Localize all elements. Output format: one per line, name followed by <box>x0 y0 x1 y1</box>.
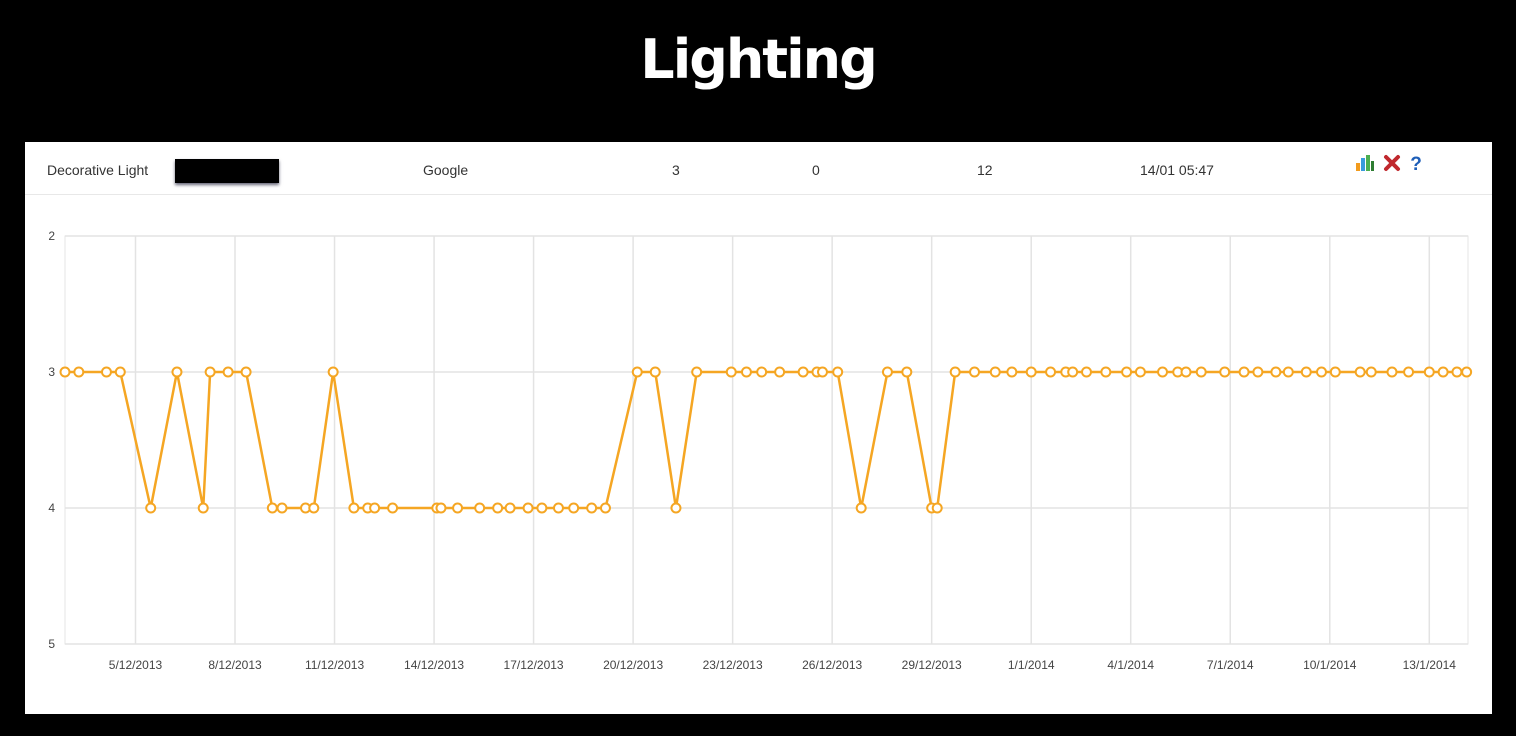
data-point <box>1315 366 1327 378</box>
data-point <box>1180 366 1192 378</box>
data-point <box>1403 366 1415 378</box>
page-title: Lighting <box>640 28 877 91</box>
x-tick-label: 20/12/2013 <box>603 658 663 672</box>
data-point <box>1386 366 1398 378</box>
data-point <box>881 366 893 378</box>
data-point <box>1045 366 1057 378</box>
data-point <box>145 502 157 514</box>
data-point <box>691 366 703 378</box>
data-point <box>1252 366 1264 378</box>
data-point <box>1354 366 1366 378</box>
data-point <box>1365 366 1377 378</box>
keyword-panel: Decorative Light Google 3 0 12 14/01 05:… <box>25 142 1492 714</box>
x-tick-label: 1/1/2014 <box>1008 658 1055 672</box>
data-point <box>969 366 981 378</box>
data-point <box>327 366 339 378</box>
data-point <box>504 502 516 514</box>
x-tick-label: 17/12/2013 <box>504 658 564 672</box>
data-point <box>387 502 399 514</box>
data-point <box>536 502 548 514</box>
data-point <box>1006 366 1018 378</box>
x-tick-label: 10/1/2014 <box>1303 658 1357 672</box>
data-point <box>114 366 126 378</box>
x-tick-label: 14/12/2013 <box>404 658 464 672</box>
x-tick-label: 29/12/2013 <box>902 658 962 672</box>
series-line <box>65 370 1467 510</box>
data-point <box>100 366 112 378</box>
data-point <box>276 502 288 514</box>
data-point <box>931 502 943 514</box>
data-point <box>452 502 464 514</box>
data-point <box>522 502 534 514</box>
data-point <box>308 502 320 514</box>
y-tick-label: 4 <box>48 501 55 515</box>
data-point <box>631 366 643 378</box>
data-point <box>1134 366 1146 378</box>
x-tick-label: 4/1/2014 <box>1107 658 1154 672</box>
data-point <box>725 366 737 378</box>
data-point <box>435 502 447 514</box>
data-point <box>552 502 564 514</box>
data-point <box>1195 366 1207 378</box>
data-point <box>474 502 486 514</box>
x-tick-label: 8/12/2013 <box>208 658 262 672</box>
data-point <box>73 366 85 378</box>
data-point <box>369 502 381 514</box>
data-point <box>855 502 867 514</box>
data-point <box>599 502 611 514</box>
data-point <box>816 366 828 378</box>
data-point <box>197 502 209 514</box>
data-point <box>1451 366 1463 378</box>
data-point <box>1100 366 1112 378</box>
x-tick-label: 26/12/2013 <box>802 658 862 672</box>
data-point <box>1238 366 1250 378</box>
data-point <box>348 502 360 514</box>
x-tick-label: 5/12/2013 <box>109 658 163 672</box>
x-tick-label: 7/1/2014 <box>1207 658 1254 672</box>
data-point <box>204 366 216 378</box>
data-point <box>1282 366 1294 378</box>
data-point <box>1025 366 1037 378</box>
data-point <box>670 502 682 514</box>
y-tick-label: 3 <box>48 365 55 379</box>
data-point <box>649 366 661 378</box>
data-point <box>568 502 580 514</box>
y-tick-label: 5 <box>48 637 55 651</box>
data-point <box>1300 366 1312 378</box>
data-point <box>949 366 961 378</box>
data-point <box>1437 366 1449 378</box>
data-point <box>989 366 1001 378</box>
data-point <box>492 502 504 514</box>
data-point <box>1329 366 1341 378</box>
data-point <box>59 366 71 378</box>
data-point <box>1423 366 1435 378</box>
data-point <box>266 502 278 514</box>
data-point <box>222 366 234 378</box>
data-point <box>1067 366 1079 378</box>
data-point <box>832 366 844 378</box>
data-point <box>1080 366 1092 378</box>
data-point <box>1219 366 1231 378</box>
data-point <box>901 366 913 378</box>
x-tick-label: 11/12/2013 <box>305 658 364 672</box>
x-tick-label: 23/12/2013 <box>703 658 763 672</box>
data-point <box>756 366 768 378</box>
data-point <box>240 366 252 378</box>
data-point <box>774 366 786 378</box>
data-point <box>1121 366 1133 378</box>
x-tick-label: 13/1/2014 <box>1403 658 1457 672</box>
data-point <box>797 366 809 378</box>
data-point <box>1157 366 1169 378</box>
rank-chart: 2 3 4 5 5/12/2013 8/12/2013 11/12/2013 14/12/20… <box>48 229 1473 672</box>
y-tick-label: 2 <box>48 229 55 243</box>
data-point <box>1461 366 1473 378</box>
plot-area <box>64 235 1469 645</box>
data-point <box>740 366 752 378</box>
data-point <box>171 366 183 378</box>
data-point <box>586 502 598 514</box>
data-point <box>1270 366 1282 378</box>
